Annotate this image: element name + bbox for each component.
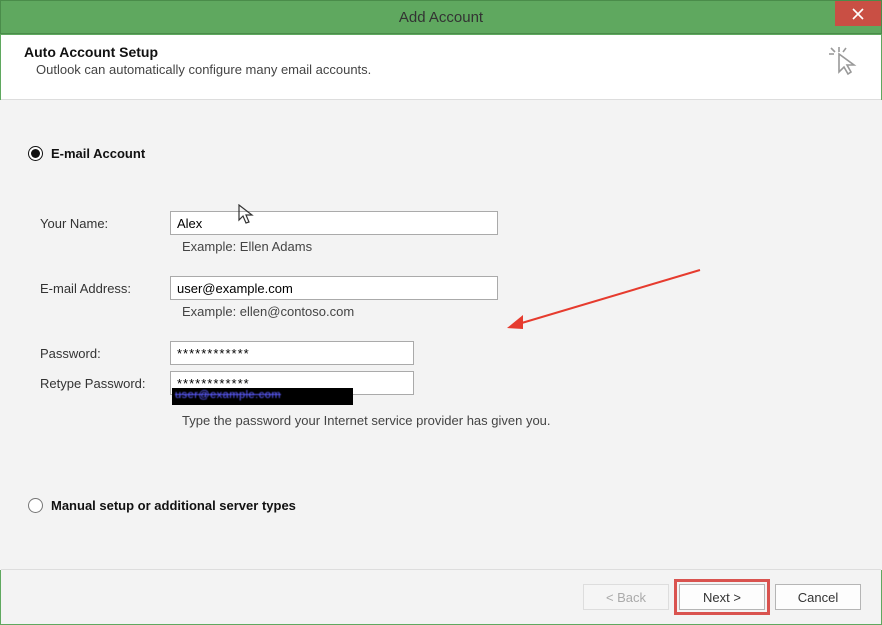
next-button[interactable]: Next >: [679, 584, 765, 610]
email-label: E-mail Address:: [40, 281, 170, 296]
name-input[interactable]: [170, 211, 498, 235]
back-button: < Back: [583, 584, 669, 610]
header-title: Auto Account Setup: [24, 44, 371, 60]
name-label: Your Name:: [40, 216, 170, 231]
retype-password-input[interactable]: [170, 371, 414, 395]
window-title: Add Account: [399, 9, 483, 26]
wizard-footer: < Back Next > Cancel: [1, 569, 881, 624]
password-input[interactable]: [170, 341, 414, 365]
wizard-header: Auto Account Setup Outlook can automatic…: [0, 34, 882, 100]
password-hint: Type the password your Internet service …: [182, 413, 854, 428]
manual-setup-radio[interactable]: [28, 498, 43, 513]
password-label: Password:: [40, 346, 170, 361]
cancel-button[interactable]: Cancel: [775, 584, 861, 610]
email-example: Example: ellen@contoso.com: [182, 304, 854, 319]
manual-setup-label: Manual setup or additional server types: [51, 498, 296, 513]
email-account-option[interactable]: E-mail Account: [28, 146, 854, 161]
manual-setup-option[interactable]: Manual setup or additional server types: [28, 498, 854, 513]
title-bar: Add Account: [0, 0, 882, 34]
close-button[interactable]: [835, 1, 881, 26]
close-icon: [852, 8, 864, 20]
email-account-radio[interactable]: [28, 146, 43, 161]
header-subtitle: Outlook can automatically configure many…: [36, 62, 371, 77]
wizard-content: E-mail Account Your Name: Example: Ellen…: [0, 100, 882, 570]
email-input[interactable]: [170, 276, 498, 300]
retype-label: Retype Password:: [40, 376, 170, 391]
name-example: Example: Ellen Adams: [182, 239, 854, 254]
click-cursor-icon: [826, 44, 862, 85]
email-account-label: E-mail Account: [51, 146, 145, 161]
